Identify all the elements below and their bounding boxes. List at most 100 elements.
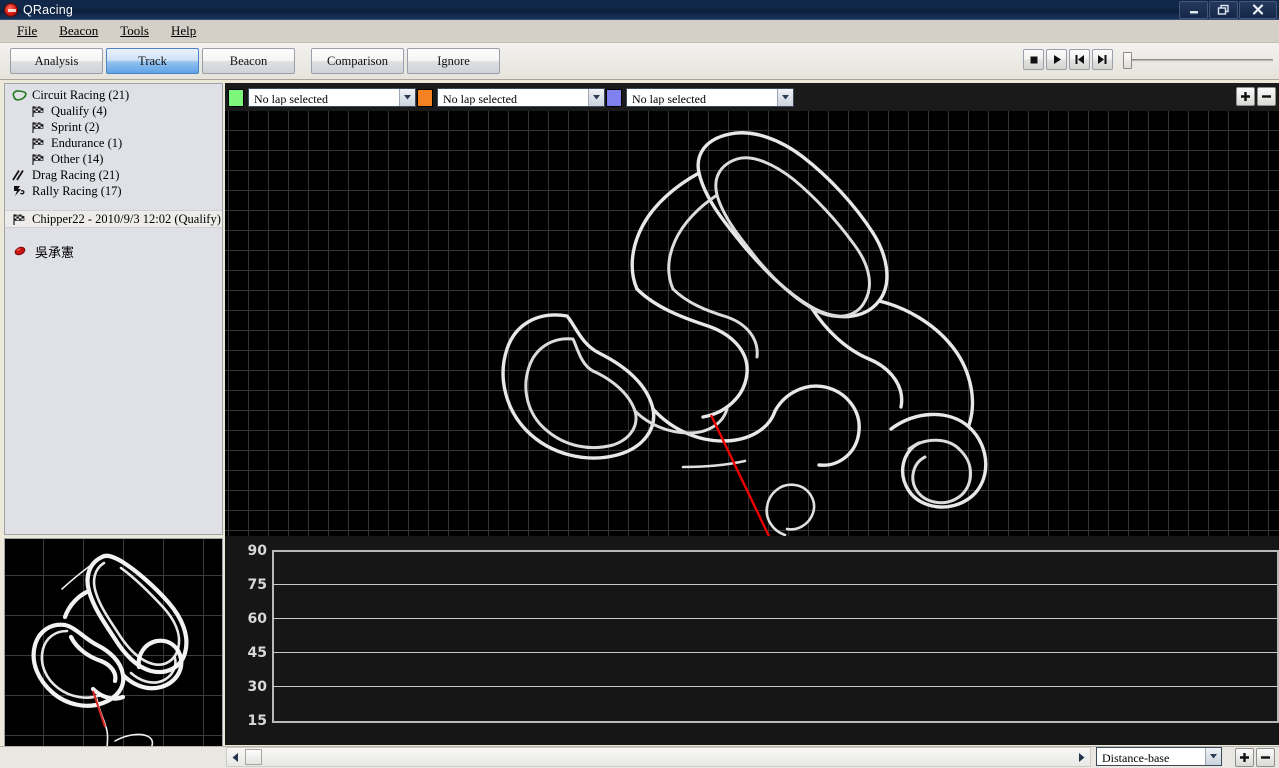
playback-slider-track (1123, 58, 1273, 62)
track-map (501, 131, 988, 536)
tab-track[interactable]: Track (106, 48, 199, 74)
skip-to-start-button[interactable] (1069, 49, 1090, 70)
checkered-flag-icon (30, 152, 47, 166)
menu-help[interactable]: Help (160, 21, 207, 41)
menu-help-label: Help (170, 23, 197, 38)
lap-selector-bar: No lap selected No lap selected No lap s… (225, 83, 1279, 111)
tree-item-other[interactable]: Other (14) (5, 151, 222, 167)
session-tree: Circuit Racing (21) Qualify (4) Sprint (… (5, 84, 222, 261)
y-tick-45: 45 (247, 645, 267, 661)
lap-dropdown-3[interactable]: No lap selected (626, 88, 794, 107)
tab-ignore[interactable]: Ignore (407, 48, 500, 74)
tree-item-label: Sprint (2) (51, 119, 100, 134)
driver-entry[interactable]: 吳承憲 (5, 242, 222, 261)
chart-gridline (274, 652, 1277, 653)
chart-gridline (274, 618, 1277, 619)
menu-beacon[interactable]: Beacon (48, 21, 109, 41)
restore-button[interactable] (1209, 0, 1238, 19)
driver-helmet-icon (13, 245, 29, 257)
checkered-flag-icon (30, 104, 47, 118)
tree-item-label: Drag Racing (21) (32, 167, 120, 182)
tree-item-label: Rally Racing (17) (32, 183, 122, 198)
chevron-down-icon[interactable] (777, 89, 793, 106)
y-tick-75: 75 (247, 577, 267, 593)
chart-zoom-in-button[interactable] (1235, 748, 1254, 767)
lap-dropdown-1[interactable]: No lap selected (248, 88, 416, 107)
close-button[interactable] (1239, 0, 1277, 19)
telemetry-chart-panel[interactable]: 90 75 60 45 30 15 (225, 536, 1279, 745)
playback-controls (1023, 49, 1273, 70)
chart-horizontal-scrollbar[interactable] (226, 747, 1091, 767)
chart-zoom-out-button[interactable] (1256, 748, 1275, 767)
rally-car-icon (11, 184, 28, 198)
chart-plot-area[interactable] (272, 550, 1279, 723)
menu-bar: File Beacon Tools Help (0, 20, 1279, 43)
tree-item-selected-session[interactable]: Chipper22 - 2010/9/3 12:02 (Qualify) (5, 210, 222, 228)
lap-selector-3: No lap selected (606, 88, 794, 107)
lap-color-swatch-blue[interactable] (606, 88, 622, 107)
tab-analysis[interactable]: Analysis (10, 48, 103, 74)
chart-mode-dropdown[interactable]: Distance-base (1096, 747, 1222, 766)
tree-item-label: Endurance (1) (51, 135, 123, 150)
tree-item-drag-racing[interactable]: Drag Racing (21) (5, 167, 222, 183)
menu-tools[interactable]: Tools (109, 21, 160, 41)
chevron-down-icon[interactable] (399, 89, 415, 106)
chart-gridline (274, 686, 1277, 687)
play-button[interactable] (1046, 49, 1067, 70)
track-thumbnail-panel[interactable] (4, 538, 223, 766)
lap-dropdown-1-value: No lap selected (249, 89, 399, 106)
playback-slider-thumb[interactable] (1123, 51, 1132, 69)
driver-name: 吳承憲 (35, 245, 75, 261)
skip-to-end-button[interactable] (1092, 49, 1113, 70)
title-bar: QRacing (0, 0, 1279, 20)
lap-color-swatch-green[interactable] (228, 88, 244, 107)
stop-button[interactable] (1023, 49, 1044, 70)
menu-tools-label: Tools (120, 23, 149, 38)
tree-item-label: Qualify (4) (51, 103, 107, 118)
tree-item-rally-racing[interactable]: Rally Racing (17) (5, 183, 222, 199)
tree-item-circuit-racing[interactable]: Circuit Racing (21) (5, 87, 222, 103)
tab-comparison[interactable]: Comparison (311, 48, 404, 74)
track-map-panel[interactable] (225, 111, 1279, 536)
scrollbar-thumb[interactable] (245, 749, 262, 765)
menu-file[interactable]: File (6, 21, 48, 41)
lap-dropdown-2-value: No lap selected (438, 89, 588, 106)
playback-slider[interactable] (1123, 50, 1273, 70)
track-zoom-controls (1236, 87, 1276, 106)
tree-item-qualify[interactable]: Qualify (4) (5, 103, 222, 119)
chevron-down-icon[interactable] (588, 89, 604, 106)
y-tick-60: 60 (247, 611, 267, 627)
tree-item-endurance[interactable]: Endurance (1) (5, 135, 222, 151)
lap-dropdown-3-value: No lap selected (627, 89, 777, 106)
selected-session-label: Chipper22 - 2010/9/3 12:02 (Qualify) (32, 211, 221, 226)
tab-beacon[interactable]: Beacon (202, 48, 295, 74)
y-tick-90: 90 (247, 543, 267, 559)
tree-item-label: Circuit Racing (21) (32, 87, 130, 102)
checkered-flag-icon (30, 120, 47, 134)
chart-mode-value: Distance-base (1097, 748, 1205, 765)
checkered-flag-icon (30, 136, 47, 150)
tree-item-sprint[interactable]: Sprint (2) (5, 119, 222, 135)
y-tick-15: 15 (247, 713, 267, 729)
track-zoom-out-button[interactable] (1257, 87, 1276, 106)
chart-y-axis: 90 75 60 45 30 15 (225, 543, 267, 729)
window-controls (1178, 0, 1279, 20)
tree-item-label: Other (14) (51, 151, 104, 166)
lap-dropdown-2[interactable]: No lap selected (437, 88, 605, 107)
app-logo-icon (4, 2, 18, 17)
minimize-button[interactable] (1179, 0, 1208, 19)
toolbar: Analysis Track Beacon Comparison Ignore (0, 43, 1279, 80)
scroll-left-icon[interactable] (227, 748, 244, 766)
track-zoom-in-button[interactable] (1236, 87, 1255, 106)
lap-selector-2: No lap selected (417, 88, 605, 107)
scroll-right-icon[interactable] (1073, 748, 1090, 766)
y-tick-30: 30 (247, 679, 267, 695)
tab-bar: Analysis Track Beacon Comparison Ignore (10, 48, 500, 74)
checkered-flag-icon (11, 212, 28, 226)
chevron-down-icon[interactable] (1205, 748, 1221, 765)
lap-color-swatch-orange[interactable] (417, 88, 433, 107)
circuit-track-icon (11, 88, 28, 102)
chart-zoom-controls (1235, 748, 1275, 767)
lap-selector-1: No lap selected (228, 88, 416, 107)
